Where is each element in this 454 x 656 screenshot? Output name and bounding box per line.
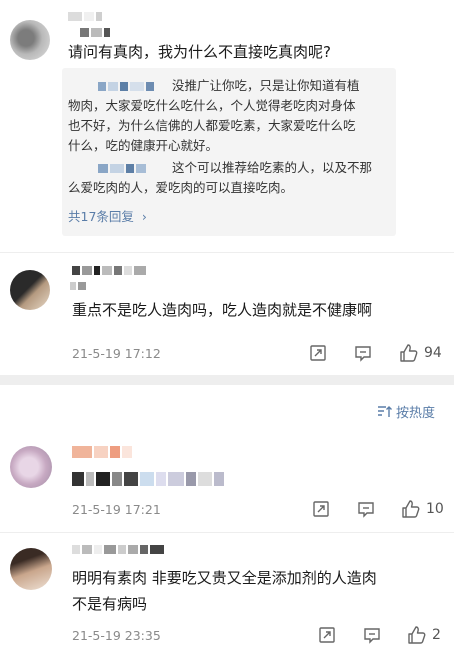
comment-question: 请问有真肉，我为什么不直接吃真肉呢?	[68, 43, 331, 61]
section-divider	[0, 375, 454, 385]
reply-preview-box[interactable]: 没推广让你吃，只是让你知道有植 物肉，大家爱吃什么吃什么，个人觉得老吃肉对身体 …	[62, 68, 396, 236]
sort-by-hot-button[interactable]: 按热度	[377, 402, 435, 421]
share-icon[interactable]	[309, 344, 327, 362]
comment-icon[interactable]	[363, 626, 381, 644]
like-icon[interactable]	[399, 343, 419, 363]
reply-count-label: 共17条回复	[68, 209, 134, 224]
avatar[interactable]	[10, 548, 52, 590]
like-icon[interactable]	[401, 499, 421, 519]
share-icon[interactable]	[312, 500, 330, 518]
comment-icon[interactable]	[357, 500, 375, 518]
reply-line: 也不好，为什么信佛的人都爱吃素，大家爱吃什么吃	[68, 118, 356, 133]
avatar[interactable]	[10, 20, 50, 60]
reply-username-mosaic[interactable]	[98, 164, 146, 173]
like-count: 94	[424, 345, 442, 361]
comment-text: 不是有病吗	[72, 595, 148, 613]
like-count: 10	[426, 501, 444, 517]
divider	[0, 532, 454, 533]
reply-line: 么爱吃肉的人，爱吃肉的可以直接吃肉。	[68, 180, 294, 195]
username-mosaic[interactable]	[68, 12, 102, 21]
blurred-comment-text	[72, 472, 224, 486]
reply-line: 物肉，大家爱吃什么吃什么，个人觉得老吃肉对身体	[68, 98, 356, 113]
like-icon[interactable]	[407, 625, 427, 645]
reply-line: 没推广让你吃，只是让你知道有植	[172, 78, 360, 93]
reply-line: 这个可以推荐给吃素的人，以及不那	[172, 160, 373, 175]
username-mosaic[interactable]	[72, 446, 132, 458]
comment-icon[interactable]	[354, 344, 372, 362]
chevron-right-icon: ›	[141, 209, 147, 224]
username-mosaic[interactable]	[72, 545, 164, 554]
avatar[interactable]	[10, 446, 52, 488]
like-count: 2	[432, 627, 441, 643]
username-mosaic[interactable]	[70, 282, 86, 290]
reply-line: 什么，吃的健康开心就好。	[68, 138, 219, 153]
share-icon[interactable]	[318, 626, 336, 644]
username-mosaic[interactable]	[80, 28, 110, 37]
comment-time: 21-5-19 23:35	[72, 628, 161, 643]
divider	[0, 252, 454, 253]
avatar[interactable]	[10, 270, 50, 310]
sort-icon	[378, 405, 392, 417]
comment-text: 重点不是吃人造肉吗，吃人造肉就是不健康啊	[72, 301, 373, 319]
username-mosaic[interactable]	[72, 266, 146, 275]
view-all-replies-link[interactable]: 共17条回复 ›	[68, 206, 147, 225]
reply-username-mosaic[interactable]	[98, 82, 154, 91]
comment-time: 21-5-19 17:21	[72, 502, 161, 517]
comment-time: 21-5-19 17:12	[72, 346, 161, 361]
comment-text: 明明有素肉 非要吃又贵又全是添加剂的人造肉	[72, 569, 377, 587]
sort-label: 按热度	[396, 406, 436, 421]
